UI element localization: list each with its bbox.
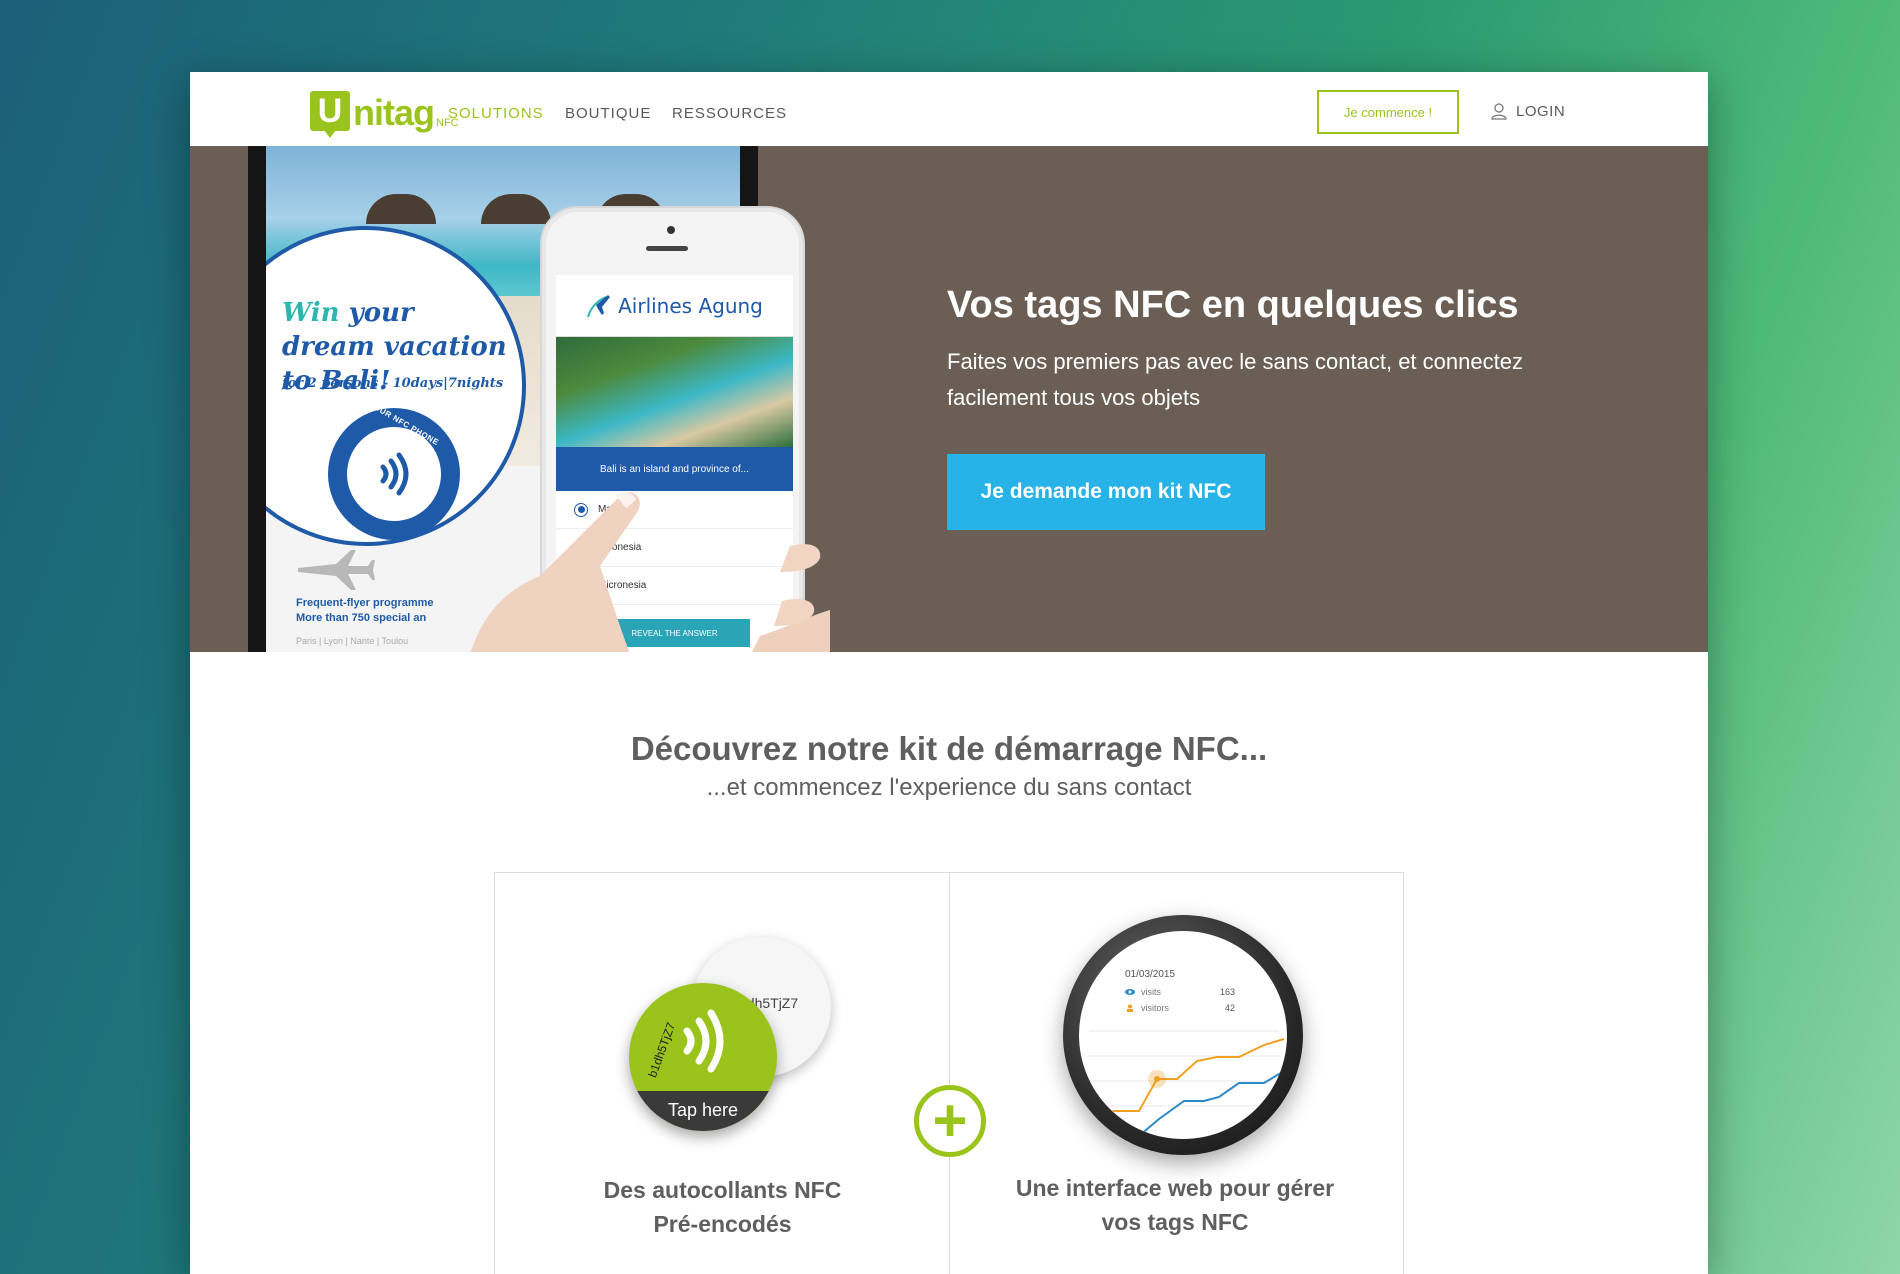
sticker-tap-label: Tap here: [667, 1100, 739, 1120]
plus-icon: +: [914, 1085, 986, 1157]
hand-illustration: [470, 491, 830, 652]
kit-features-box: 1dh5TjZ7 Tap here b1dh5TjZ7 + 01/03/2015: [494, 872, 1404, 1274]
landing-page-card: U nitag NFC SOLUTIONS BOUTIQUE RESSOURCE…: [190, 72, 1708, 1274]
airplane-icon: [298, 550, 375, 590]
camera-dot: [667, 226, 675, 234]
nfc-waves-icon: [683, 1009, 724, 1073]
section-subtitle: ...et commencez l'experience du sans con…: [706, 774, 1192, 801]
watch-face: 01/03/2015 visits 163 visitors 42: [1079, 931, 1287, 1139]
feature-stickers-line-1: Des autocollants NFC: [603, 1177, 842, 1203]
promo-subtitle: for 2 persons - 10days|7nights: [282, 376, 504, 391]
nav-link-boutique[interactable]: BOUTIQUE: [565, 105, 651, 122]
nfc-sticker-image: 1dh5TjZ7 Tap here b1dh5TjZ7: [629, 937, 831, 1137]
speaker-slot: [646, 246, 688, 251]
hero-title: Vos tags NFC en quelques clics: [947, 284, 1519, 326]
ffp-cities: Paris | Lyon | Nante | Toulou: [296, 636, 409, 646]
start-button[interactable]: Je commence !: [1317, 90, 1459, 134]
feature-stickers: Des autocollants NFC Pré-encodés: [525, 1173, 920, 1241]
sticker-front-code: b1dh5TjZ7: [645, 1020, 679, 1080]
visits-label: visits: [1141, 987, 1161, 997]
watch-date: 01/03/2015: [1125, 969, 1176, 980]
feature-web-interface: Une interface web pour gérer vos tags NF…: [965, 1171, 1385, 1239]
login-link[interactable]: LOGIN: [1490, 102, 1565, 120]
divider: [949, 873, 950, 1274]
login-label: LOGIN: [1516, 102, 1566, 120]
feature-stickers-line-2: Pré-encodés: [653, 1211, 792, 1237]
feature-web-line-2: vos tags NFC: [1101, 1209, 1249, 1235]
top-navbar: U nitag NFC SOLUTIONS BOUTIQUE RESSOURCE…: [190, 72, 1708, 146]
visits-value: 163: [1219, 987, 1235, 997]
feature-web-line-1: Une interface web pour gérer: [1015, 1175, 1335, 1201]
sticker-front: Tap here b1dh5TjZ7: [629, 983, 777, 1131]
hero-subtitle: Faites vos premiers pas avec le sans con…: [947, 349, 1523, 410]
dashboard-watch-image: 01/03/2015 visits 163 visitors 42: [1063, 915, 1303, 1155]
visits-row: visits 163: [1125, 987, 1235, 997]
airline-name: Airlines Agung: [618, 293, 763, 318]
eye-icon: [1125, 989, 1135, 995]
unitag-logo[interactable]: U nitag NFC: [310, 89, 459, 138]
ffp-text: Frequent-flyer programme More than 750 s…: [296, 596, 434, 626]
ffp-line-1: Frequent-flyer programme: [296, 597, 434, 609]
airplane-logo-icon: [587, 294, 611, 317]
user-icon: [1491, 103, 1507, 120]
hero-section: Win your dream vacation to Bali! for 2 p…: [190, 146, 1708, 652]
nav-link-ressources[interactable]: RESSOURCES: [672, 105, 787, 122]
request-kit-button[interactable]: Je demande mon kit NFC: [947, 454, 1265, 530]
logo-mark: U: [310, 91, 350, 138]
nfc-waves-icon: [380, 452, 409, 496]
airline-header: Airlines Agung: [556, 275, 793, 337]
section-title: Découvrez notre kit de démarrage NFC...: [630, 730, 1268, 767]
ffp-line-2: More than 750 special an: [296, 612, 427, 624]
logo-wordmark: nitag: [353, 92, 435, 133]
nav-link-solutions[interactable]: SOLUTIONS: [448, 105, 544, 122]
promo-win: Win: [282, 298, 340, 328]
stats-line-chart: [1088, 1030, 1285, 1139]
